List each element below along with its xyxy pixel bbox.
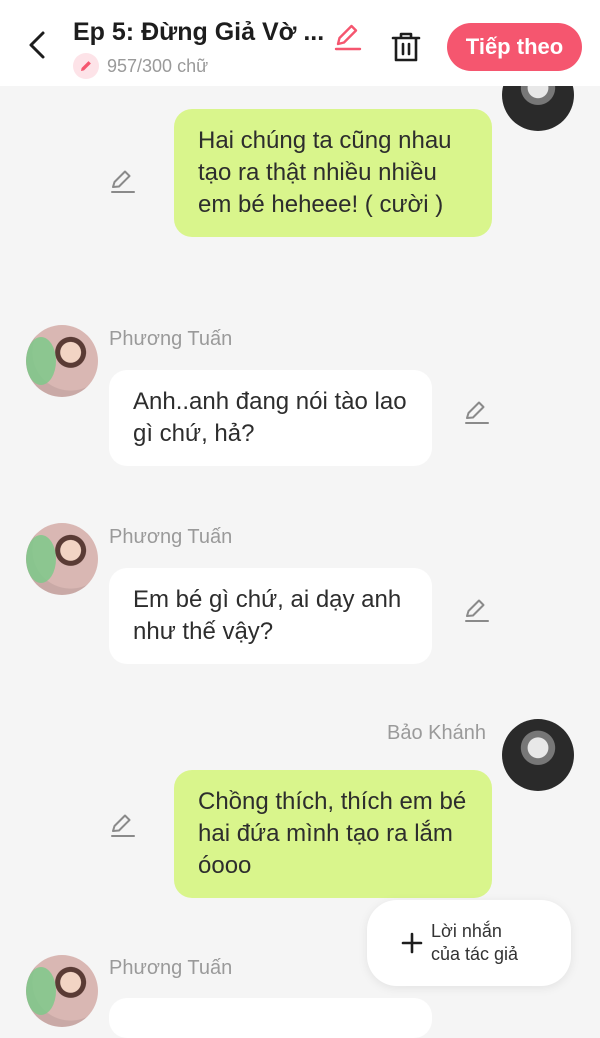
sender-name: Bảo Khánh [387,722,486,744]
pencil-badge-icon [73,53,99,79]
avatar[interactable] [26,523,98,595]
pencil-icon [111,814,135,837]
author-note-line1: Lời nhắn [431,921,502,941]
episode-title: Ep 5: Đừng Giả Vờ ... [73,18,325,46]
pencil-icon [334,24,362,51]
chevron-left-icon [29,31,45,59]
author-note-label: Lời nhắn của tác giả [431,920,518,966]
edit-message-button[interactable] [462,595,492,625]
avatar[interactable] [26,955,98,1027]
top-bar: Ep 5: Đừng Giả Vờ ... 957/300 chữ Tiếp t… [0,0,600,86]
pencil-icon [465,401,489,424]
trash-icon [391,32,421,62]
pencil-icon [465,599,489,622]
word-count-row: 957/300 chữ [73,53,208,79]
edit-message-button[interactable] [462,397,492,427]
pencil-icon [111,170,135,193]
sender-name: Phương Tuấn [109,526,233,548]
edit-title-button[interactable] [330,20,364,54]
author-note-line2: của tác giả [431,944,519,964]
plus-icon [401,932,423,954]
avatar[interactable] [26,325,98,397]
delete-button[interactable] [387,28,425,66]
sender-name: Phương Tuấn [109,957,233,979]
edit-message-button[interactable] [108,810,138,840]
message-bubble: Hai chúng ta cũng nhau tạo ra thật nhiều… [174,109,492,237]
word-count: 957/300 chữ [107,55,209,76]
author-note-button[interactable]: Lời nhắn của tác giả [367,900,571,986]
edit-message-button[interactable] [108,166,138,196]
next-button[interactable]: Tiếp theo [447,23,582,71]
back-button[interactable] [22,28,52,62]
sender-name: Phương Tuấn [109,328,233,350]
message-bubble: Chồng thích, thích em bé hai đứa mình tạ… [174,770,492,898]
message-bubble: Em bé gì chứ, ai dạy anh như thế vậy? [109,568,432,664]
message-bubble: Anh..anh đang nói tào lao gì chứ, hả? [109,370,432,466]
avatar[interactable] [502,719,574,791]
message-bubble [109,998,432,1038]
